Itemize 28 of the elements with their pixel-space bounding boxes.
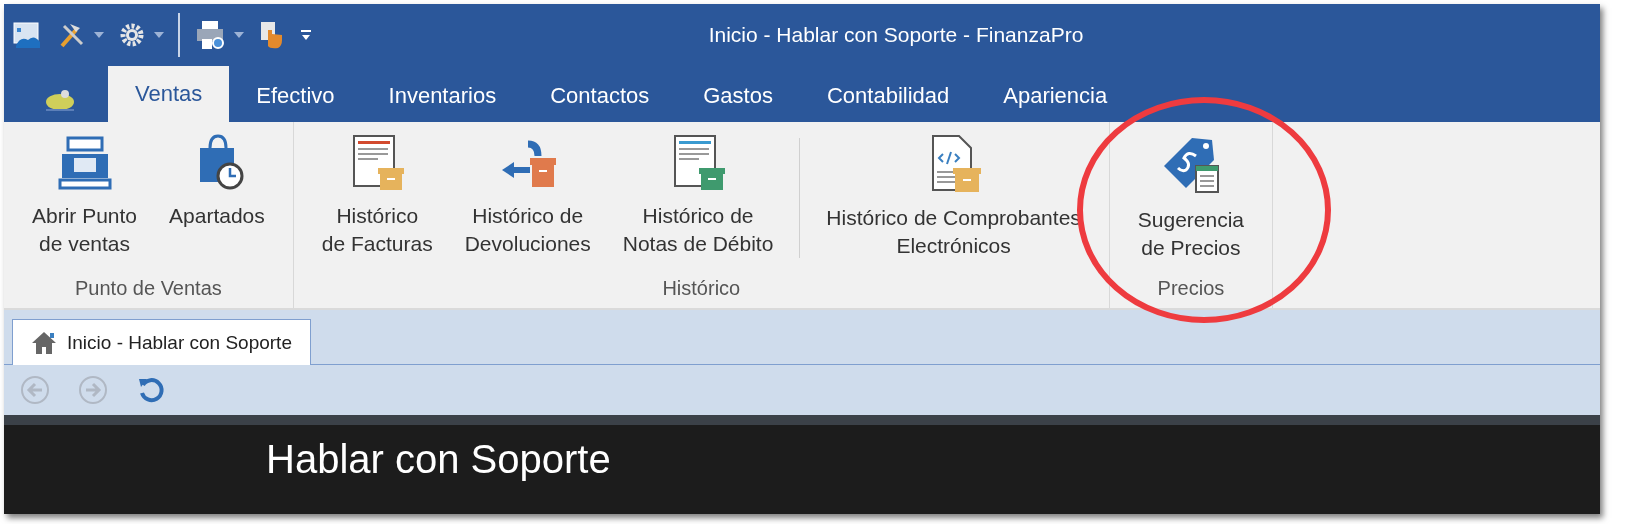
document-tab[interactable]: Inicio - Hablar con Soporte <box>12 319 311 365</box>
group-label: Histórico <box>662 277 741 301</box>
ribbon-button[interactable]: Sugerencia de Precios <box>1121 130 1261 267</box>
ribbon-tab[interactable]: Contabilidad <box>799 70 977 122</box>
window-title: Inicio - Hablar con Soporte - FinanzaPro <box>707 23 1085 47</box>
customize-toolbar-icon[interactable] <box>300 28 312 42</box>
home-icon <box>31 330 57 355</box>
group-label: Precios <box>1157 277 1225 301</box>
ribbon-button[interactable]: Histórico de Devoluciones <box>448 130 607 263</box>
settings-icon[interactable] <box>118 21 146 49</box>
ribbon-button[interactable]: Histórico de Facturas <box>305 130 449 263</box>
ribbon-button[interactable]: Apartados <box>153 130 281 235</box>
dropdown-caret-icon[interactable] <box>154 32 164 38</box>
app-icon[interactable] <box>12 20 42 50</box>
ribbon-tab[interactable]: Apariencia <box>976 70 1135 122</box>
ribbon-tab[interactable]: Efectivo <box>229 70 362 122</box>
print-preview-icon[interactable] <box>194 19 226 51</box>
dropdown-caret-icon[interactable] <box>234 32 244 38</box>
group-label: Punto de Ventas <box>75 277 222 301</box>
dropdown-caret-icon[interactable] <box>94 32 104 38</box>
ribbon-button[interactable]: Abrir Punto de ventas <box>16 130 154 263</box>
ribbon-tab[interactable]: Ventas <box>108 66 230 122</box>
ribbon-button[interactable]: Histórico de Notas de Débito <box>606 130 790 263</box>
page-heading: Hablar con Soporte <box>266 437 612 481</box>
ribbon-tab[interactable]: Contactos <box>523 70 677 122</box>
ribbon-tab[interactable]: Inventarios <box>361 70 524 122</box>
refresh-button[interactable] <box>136 375 166 405</box>
ribbon-tab[interactable]: Gastos <box>676 70 800 122</box>
